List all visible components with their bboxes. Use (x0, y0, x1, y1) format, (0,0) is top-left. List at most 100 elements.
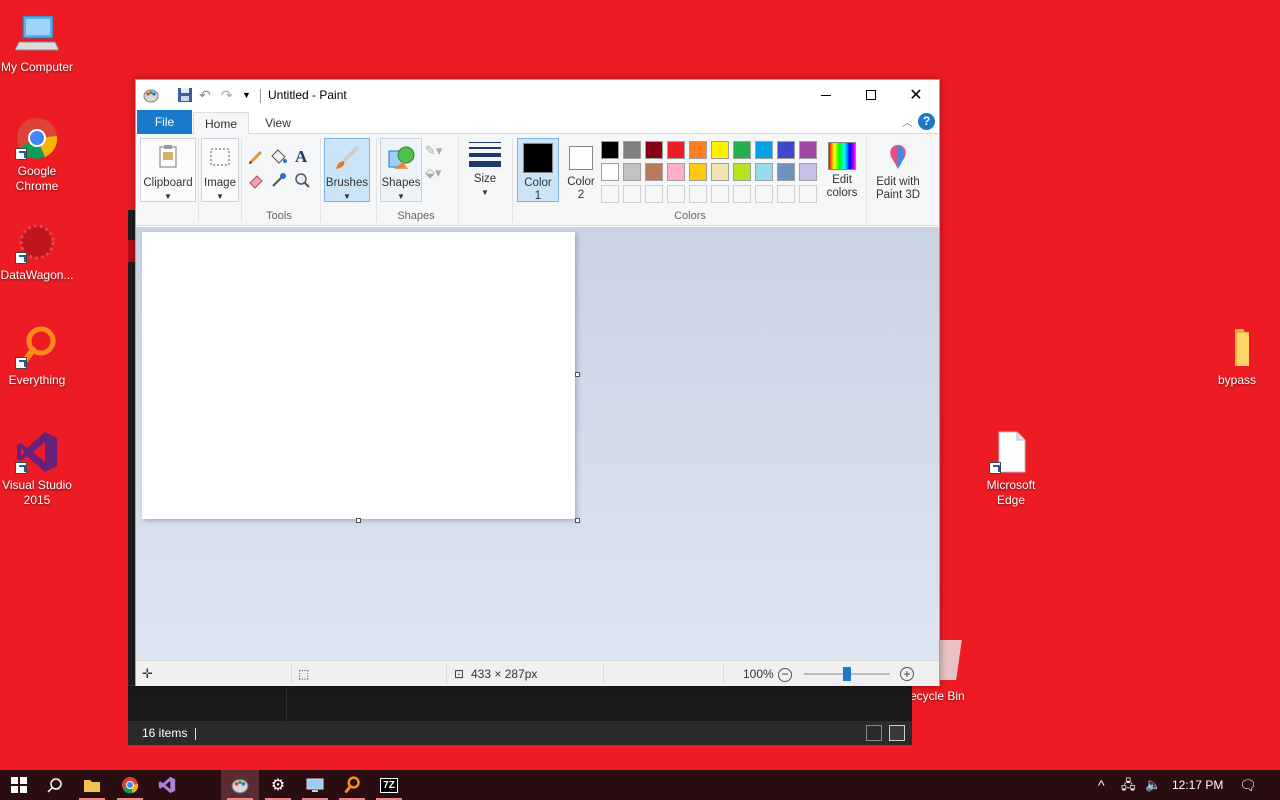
image-button[interactable]: Image ▼ (201, 138, 239, 202)
palette-swatch[interactable] (755, 163, 773, 181)
explorer-item-count: 16 items (142, 726, 188, 740)
palette-swatch[interactable] (711, 163, 729, 181)
palette-swatch[interactable] (799, 141, 817, 159)
undo-icon[interactable]: ↶ (199, 87, 215, 103)
palette-custom-swatch[interactable] (601, 185, 619, 203)
palette-custom-swatch[interactable] (777, 185, 795, 203)
zoom-slider-thumb[interactable] (843, 667, 851, 681)
help-icon[interactable]: ? (918, 113, 935, 130)
palette-swatch[interactable] (689, 163, 707, 181)
desktop-icon-bypass[interactable]: bypass (1200, 325, 1274, 388)
palette-custom-swatch[interactable] (733, 185, 751, 203)
large-icons-view-icon[interactable] (889, 725, 905, 741)
brushes-button[interactable]: Brushes ▼ (324, 138, 370, 202)
save-icon[interactable] (177, 87, 193, 103)
details-view-icon[interactable] (866, 725, 882, 741)
palette-custom-swatch[interactable] (711, 185, 729, 203)
cursor-position-icon: ✛ (142, 666, 153, 681)
palette-swatch[interactable] (667, 163, 685, 181)
desktop-icon-datawagon[interactable]: DataWagon... (0, 220, 74, 283)
palette-custom-swatch[interactable] (645, 185, 663, 203)
start-button[interactable] (0, 770, 38, 800)
customize-toolbar-chevron-icon[interactable]: ▼ (242, 90, 258, 106)
palette-swatch[interactable] (799, 163, 817, 181)
taskbar-remote-desktop[interactable] (296, 770, 334, 800)
resize-handle-corner[interactable] (575, 518, 580, 523)
palette-custom-swatch[interactable] (667, 185, 685, 203)
paint-window[interactable]: ↶ ↷ ▼ Untitled - Paint ✕ File Home View … (135, 79, 940, 686)
palette-swatch[interactable] (689, 141, 707, 159)
paint-app-icon[interactable] (143, 87, 159, 103)
palette-swatch[interactable] (601, 163, 619, 181)
desktop-icon-visual-studio[interactable]: Visual Studio 2015 (0, 430, 74, 508)
fill-shape-icon[interactable]: ⬙▾ (425, 165, 443, 183)
brushes-label: Brushes (325, 177, 369, 189)
maximize-button[interactable] (848, 80, 894, 110)
clipboard-button[interactable]: Clipboard ▼ (140, 138, 196, 202)
desktop-icon-my-computer[interactable]: My Computer (0, 12, 74, 75)
resize-handle-right[interactable] (575, 372, 580, 377)
canvas-workspace[interactable] (136, 227, 939, 660)
color2-button[interactable]: Color 2 (560, 138, 602, 202)
outline-icon[interactable]: ✎▾ (425, 143, 443, 161)
collapse-ribbon-icon[interactable]: ︿ (902, 114, 913, 130)
taskbar-settings[interactable]: ⚙ (259, 770, 297, 800)
ribbon-home: Clipboard ▼ Image ▼ A Tools Brushes ▼ Shape… (136, 134, 939, 226)
edit-with-paint3d-button[interactable]: Edit with Paint 3D (870, 138, 926, 202)
title-bar[interactable]: ↶ ↷ ▼ Untitled - Paint ✕ (136, 80, 939, 110)
network-icon[interactable]: 🖧 (1121, 770, 1136, 800)
taskbar-chrome[interactable] (111, 770, 149, 800)
palette-swatch[interactable] (623, 141, 641, 159)
palette-swatch[interactable] (645, 163, 663, 181)
size-button[interactable]: Size ▼ (464, 138, 506, 202)
desktop-icon-everything[interactable]: Everything (0, 325, 74, 388)
resize-handle-bottom[interactable] (356, 518, 361, 523)
palette-swatch[interactable] (733, 141, 751, 159)
palette-custom-swatch[interactable] (799, 185, 817, 203)
tab-view[interactable]: View (252, 112, 304, 134)
color-picker-icon[interactable] (270, 171, 288, 189)
redo-icon[interactable]: ↷ (221, 87, 237, 103)
palette-swatch[interactable] (601, 141, 619, 159)
tab-file[interactable]: File (137, 110, 192, 134)
taskbar-7zip[interactable]: 7Z (370, 770, 408, 800)
palette-custom-swatch[interactable] (755, 185, 773, 203)
pencil-icon[interactable] (247, 148, 265, 166)
clock[interactable]: 12:17 PM (1172, 770, 1223, 800)
palette-custom-swatch[interactable] (623, 185, 641, 203)
drawing-canvas[interactable] (142, 232, 575, 519)
palette-swatch[interactable] (777, 163, 795, 181)
taskbar-visual-studio[interactable] (148, 770, 186, 800)
eraser-icon[interactable] (247, 171, 265, 189)
select-icon (205, 143, 235, 173)
zoom-slider[interactable] (804, 667, 890, 681)
search-button[interactable] (36, 770, 74, 800)
palette-custom-swatch[interactable] (689, 185, 707, 203)
palette-swatch[interactable] (623, 163, 641, 181)
taskbar-file-explorer[interactable] (73, 770, 111, 800)
volume-icon[interactable]: 🔈 (1145, 770, 1161, 800)
color1-button[interactable]: Color 1 (517, 138, 559, 202)
close-button[interactable]: ✕ (893, 80, 939, 110)
palette-swatch[interactable] (733, 163, 751, 181)
taskbar-paint[interactable] (221, 770, 259, 800)
zoom-in-button[interactable]: + (900, 661, 916, 687)
magnifier-icon[interactable] (293, 171, 311, 189)
palette-swatch[interactable] (645, 141, 663, 159)
desktop-icon-google-chrome[interactable]: Google Chrome (0, 116, 74, 194)
palette-swatch[interactable] (755, 141, 773, 159)
tab-home[interactable]: Home (193, 112, 249, 135)
desktop-icon-microsoft-edge[interactable]: Microsoft Edge (974, 430, 1048, 508)
palette-swatch[interactable] (711, 141, 729, 159)
palette-swatch[interactable] (667, 141, 685, 159)
zoom-out-button[interactable]: − (778, 661, 794, 687)
shapes-button[interactable]: Shapes ▼ (380, 138, 422, 202)
minimize-button[interactable] (803, 80, 849, 110)
text-tool-icon[interactable]: A (295, 147, 313, 166)
fill-icon[interactable] (270, 148, 288, 166)
taskbar-everything[interactable] (333, 770, 371, 800)
show-hidden-icons-icon[interactable]: ^ (1098, 770, 1105, 800)
palette-swatch[interactable] (777, 141, 795, 159)
notifications-icon[interactable]: 🗨 (1239, 770, 1257, 800)
edit-colors-button[interactable]: Edit colors (822, 138, 862, 202)
